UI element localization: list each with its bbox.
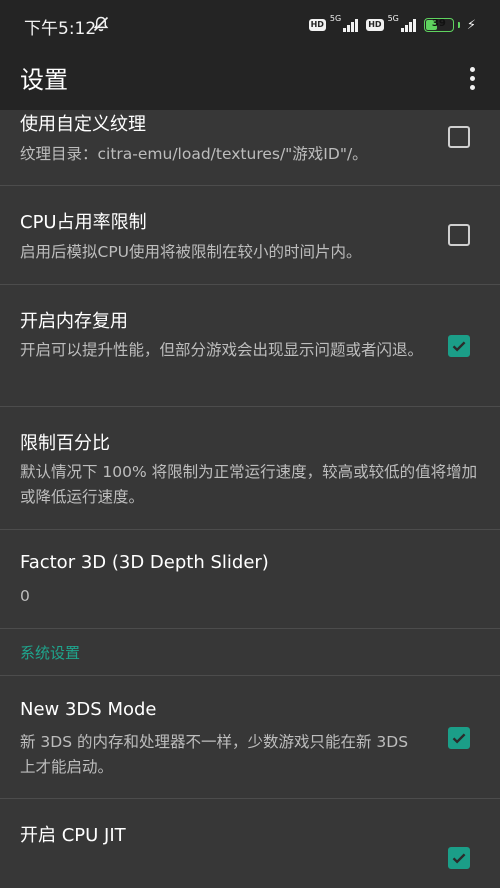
- setting-title: Factor 3D (3D Depth Slider): [20, 552, 269, 573]
- setting-cpu-jit[interactable]: 开启 CPU JIT: [0, 799, 500, 888]
- setting-new-3ds-mode[interactable]: New 3DS Mode 新 3DS 的内存和处理器不一样，少数游戏只能在新 3…: [0, 676, 500, 799]
- setting-title: New 3DS Mode: [20, 699, 157, 720]
- setting-summary: 开启可以提升性能，但部分游戏会出现显示问题或者闪退。: [20, 341, 424, 359]
- check-icon: [452, 853, 466, 864]
- setting-title: 限制百分比: [20, 433, 110, 454]
- battery-icon: 39: [423, 18, 454, 32]
- network-type: 5G: [329, 14, 342, 23]
- setting-summary: 0: [20, 587, 30, 605]
- check-icon: [452, 341, 466, 352]
- hd-badge: HD: [308, 19, 326, 31]
- setting-factor-3d[interactable]: Factor 3D (3D Depth Slider) 0: [0, 530, 500, 629]
- app-bar: 设置: [0, 50, 500, 110]
- battery-cap: [457, 22, 460, 28]
- setting-custom-textures[interactable]: 使用自定义纹理 纹理目录：citra-emu/load/textures/"游戏…: [0, 110, 500, 186]
- status-time: 下午5:12: [24, 19, 97, 39]
- checkbox-checked[interactable]: [448, 335, 470, 357]
- status-icons: HD 5G HD 5G 39 ⚡: [308, 14, 476, 35]
- section-system: 系统设置: [0, 629, 500, 676]
- setting-summary: 纹理目录：citra-emu/load/textures/"游戏ID"/。: [20, 145, 368, 163]
- section-header: 系统设置: [20, 644, 81, 662]
- setting-summary: 启用后模拟CPU使用将被限制在较小的时间片内。: [20, 243, 362, 261]
- setting-summary: 新 3DS 的内存和处理器不一样，少数游戏只能在新 3DS 上才能启动。: [20, 733, 409, 776]
- settings-screen: 下午5:12 HD 5G HD 5G 39 ⚡ 设置 使用自定义纹理 纹理目录：…: [0, 0, 500, 888]
- hd-badge: HD: [366, 19, 384, 31]
- signal-icon: [400, 18, 416, 32]
- page-title: 设置: [20, 66, 68, 94]
- setting-title: 开启内存复用: [20, 311, 128, 332]
- checkbox[interactable]: [448, 126, 470, 148]
- checkbox[interactable]: [448, 224, 470, 246]
- setting-summary: 默认情况下 100% 将限制为正常运行速度，较高或较低的值将增加或降低运行速度。: [20, 463, 478, 506]
- setting-title: CPU占用率限制: [20, 212, 147, 233]
- check-icon: [452, 733, 466, 744]
- setting-speed-limit[interactable]: 限制百分比 默认情况下 100% 将限制为正常运行速度，较高或较低的值将增加或降…: [0, 407, 500, 530]
- setting-title: 使用自定义纹理: [20, 114, 146, 135]
- setting-cpu-limit[interactable]: CPU占用率限制 启用后模拟CPU使用将被限制在较小的时间片内。: [0, 186, 500, 285]
- status-bar: 下午5:12 HD 5G HD 5G 39 ⚡: [0, 0, 500, 50]
- setting-memory-reuse[interactable]: 开启内存复用 开启可以提升性能，但部分游戏会出现显示问题或者闪退。: [0, 285, 500, 407]
- checkbox-checked[interactable]: [448, 847, 470, 869]
- bell-slash-icon: [93, 16, 109, 32]
- checkbox-checked[interactable]: [448, 727, 470, 749]
- signal-icon: [343, 18, 359, 32]
- more-vert-icon[interactable]: [462, 64, 482, 92]
- battery-level: 39: [431, 18, 446, 29]
- network-type: 5G: [387, 14, 399, 23]
- bolt-icon: ⚡: [466, 17, 476, 33]
- setting-title: 开启 CPU JIT: [20, 825, 126, 846]
